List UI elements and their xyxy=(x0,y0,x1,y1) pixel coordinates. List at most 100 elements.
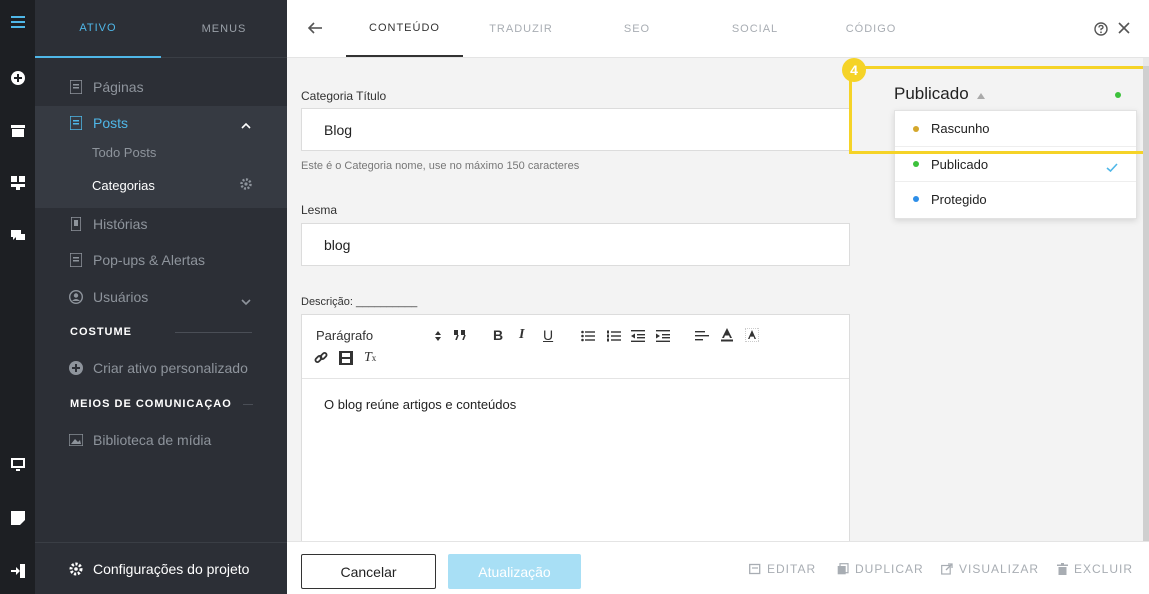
tab-traduzir[interactable]: TRADUZIR xyxy=(475,0,567,57)
bullet-list-icon[interactable] xyxy=(581,330,595,342)
section-heading-costume: COSTUME xyxy=(70,326,132,338)
gear-icon xyxy=(69,562,83,576)
external-link-icon xyxy=(941,563,953,575)
status-option-label: Publicado xyxy=(931,156,989,172)
delete-action[interactable]: EXCLUIR xyxy=(1057,562,1133,576)
duplicate-action[interactable]: DUPLICAR xyxy=(837,562,924,576)
gear-icon[interactable] xyxy=(240,177,252,195)
archive-icon[interactable] xyxy=(0,119,35,143)
add-circle-icon[interactable] xyxy=(0,66,35,90)
sidebar-item-biblioteca[interactable]: Biblioteca de mídia xyxy=(35,423,287,457)
status-dot xyxy=(913,196,919,202)
video-icon[interactable] xyxy=(339,351,353,365)
icon-rail xyxy=(0,0,35,594)
scrollbar-thumb[interactable] xyxy=(1143,66,1149,546)
back-arrow-icon[interactable] xyxy=(307,21,323,40)
edit-action[interactable]: EDITAR xyxy=(749,562,816,576)
layout-icon[interactable] xyxy=(0,171,35,195)
duplicate-icon xyxy=(837,563,849,575)
outdent-icon[interactable] xyxy=(631,330,645,342)
sidebar-item-label: Biblioteca de mídia xyxy=(93,432,212,448)
sidebar-item-criar[interactable]: Criar ativo personalizado xyxy=(35,351,287,385)
sort-arrows-icon[interactable] xyxy=(434,330,442,342)
status-option-label: Protegido xyxy=(931,191,987,207)
status-dot xyxy=(913,161,919,167)
sidebar-item-paginas[interactable]: Páginas xyxy=(35,70,287,104)
update-button[interactable]: Atualização xyxy=(448,554,581,589)
tab-codigo[interactable]: CÓDIGO xyxy=(835,0,907,57)
lesma-input[interactable]: blog xyxy=(301,223,850,266)
hamburger-icon[interactable] xyxy=(0,10,35,34)
chevron-up-icon[interactable] xyxy=(241,117,251,133)
cancel-button[interactable]: Cancelar xyxy=(301,554,436,589)
image-icon xyxy=(69,433,83,447)
delete-label: EXCLUIR xyxy=(1074,562,1134,576)
editor-topbar: CONTEÚDO TRADUZIR SEO SOCIAL CÓDIGO xyxy=(287,0,1149,58)
sidebar-tabs: ATIVO MENUS xyxy=(35,0,287,58)
help-icon[interactable] xyxy=(1094,22,1108,41)
edit-label: EDITAR xyxy=(767,562,817,576)
link-icon[interactable] xyxy=(314,351,328,365)
sidebar-subitem-categorias[interactable]: Categorias xyxy=(92,178,155,193)
editor-body[interactable]: O blog reúne artigos e conteúdos xyxy=(324,397,516,412)
numbered-list-icon[interactable] xyxy=(607,330,621,342)
bold-icon[interactable]: B xyxy=(493,327,503,343)
preview-action[interactable]: VISUALIZAR xyxy=(941,562,1039,576)
highlight-color-icon[interactable] xyxy=(745,328,759,342)
close-icon[interactable] xyxy=(1117,21,1131,40)
tab-menus[interactable]: MENUS xyxy=(161,0,287,58)
sidebar-item-historias[interactable]: Histórias xyxy=(35,207,287,241)
format-select[interactable]: Parágrafo xyxy=(316,328,373,343)
chevron-down-icon[interactable] xyxy=(241,293,251,309)
scrollbar[interactable] xyxy=(1143,58,1149,546)
align-left-icon[interactable] xyxy=(695,330,709,342)
trash-icon xyxy=(1057,563,1068,575)
editor-toolbar: Parágrafo B I U Tx xyxy=(302,315,849,379)
categoria-title-hint: Este é o Categoria nome, use no máximo 1… xyxy=(301,160,580,172)
sidebar-item-popups[interactable]: Pop-ups & Alertas xyxy=(35,243,287,277)
page-icon xyxy=(69,80,83,94)
note-icon[interactable] xyxy=(0,506,35,530)
tab-social[interactable]: SOCIAL xyxy=(717,0,793,57)
section-heading-meios: MEIOS DE COMUNICAÇAO xyxy=(70,398,232,410)
tab-ativo[interactable]: ATIVO xyxy=(35,0,161,58)
sidebar-item-label: Páginas xyxy=(93,79,144,95)
sidebar-item-label: Criar ativo personalizado xyxy=(93,360,248,376)
comments-icon[interactable] xyxy=(0,224,35,248)
add-circle-icon xyxy=(69,361,83,375)
format-select-value: Parágrafo xyxy=(316,328,374,343)
duplicate-label: DUPLICAR xyxy=(855,562,924,576)
sidebar-item-label: Histórias xyxy=(93,216,148,232)
monitor-icon[interactable] xyxy=(0,453,35,477)
categoria-title-label: Categoria Título xyxy=(301,89,387,103)
sidebar-item-label: Pop-ups & Alertas xyxy=(93,252,206,268)
text-color-icon[interactable] xyxy=(721,328,733,342)
categoria-title-input[interactable]: Blog xyxy=(301,108,850,151)
sidebar-subitem-todo-posts[interactable]: Todo Posts xyxy=(92,145,156,160)
divider xyxy=(175,332,252,333)
editor-footer: Cancelar Atualização EDITAR DUPLICAR VIS… xyxy=(287,541,1149,594)
quote-icon[interactable] xyxy=(454,330,466,340)
project-settings-label: Configurações do projeto xyxy=(93,560,250,577)
underline-icon[interactable]: U xyxy=(543,327,553,343)
descricao-label: Descrição: __________ xyxy=(301,296,418,308)
status-option-protegido[interactable]: Protegido xyxy=(895,181,1136,216)
sidebar-item-usuarios[interactable]: Usuários xyxy=(35,280,287,314)
popup-icon xyxy=(69,253,83,267)
rich-text-editor: Parágrafo B I U Tx O blog reúne artigos … xyxy=(301,314,850,554)
logout-icon[interactable] xyxy=(0,559,35,583)
tutorial-highlight-frame xyxy=(849,66,1146,154)
step-badge: 4 xyxy=(842,58,866,82)
tab-seo[interactable]: SEO xyxy=(609,0,665,57)
preview-label: VISUALIZAR xyxy=(959,562,1040,576)
story-icon xyxy=(69,217,83,231)
italic-icon[interactable]: I xyxy=(519,327,524,343)
sidebar-item-posts[interactable]: Posts xyxy=(35,106,287,140)
project-settings-button[interactable]: Configurações do projeto xyxy=(35,542,287,594)
sidebar-item-label: Posts xyxy=(93,115,129,131)
clear-format-icon[interactable]: Tx xyxy=(364,350,376,366)
sidebar-item-label: Usuários xyxy=(93,289,149,305)
sidebar: ATIVO MENUS Páginas Posts Todo Posts Cat… xyxy=(35,0,287,594)
tab-conteudo[interactable]: CONTEÚDO xyxy=(346,0,463,57)
indent-icon[interactable] xyxy=(656,330,670,342)
